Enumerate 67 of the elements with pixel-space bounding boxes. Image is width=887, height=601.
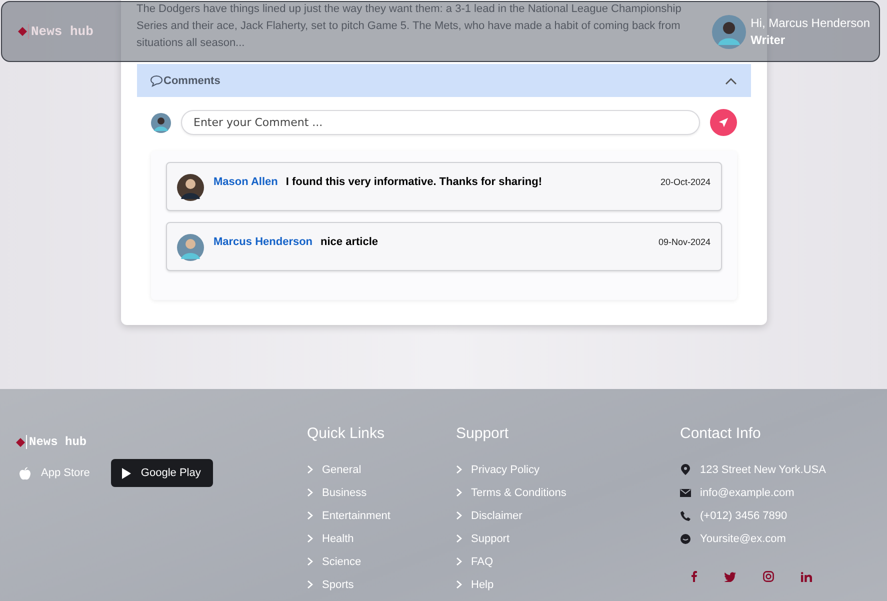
logo[interactable]: News hub xyxy=(26,435,87,449)
chevron-right-icon xyxy=(307,557,313,566)
chevron-right-icon xyxy=(456,534,462,543)
play-icon xyxy=(120,468,131,478)
chevron-right-icon xyxy=(307,465,313,474)
send-button[interactable] xyxy=(710,109,736,136)
comment-date: 20-Oct-2024 xyxy=(660,177,710,187)
footer-link[interactable]: Help xyxy=(456,573,680,596)
footer-link[interactable]: Science xyxy=(307,550,456,573)
send-icon xyxy=(718,117,728,128)
comments-title: Comments xyxy=(164,74,222,86)
chevron-right-icon xyxy=(456,488,462,497)
diamond-icon xyxy=(16,438,25,446)
contact-text: 123 Street New York.USA xyxy=(700,464,826,476)
footer-link[interactable]: Health xyxy=(307,527,456,550)
chevron-right-icon xyxy=(456,511,462,520)
footer-heading: Quick Links xyxy=(307,425,386,442)
article-text: The Dodgers have things lined up just the way they want them: a 3-1 lead in the National League Championship xyxy=(136,2,682,17)
comment-text: I found this very informative. Thanks for sharing! xyxy=(286,176,543,188)
footer-link[interactable]: Business xyxy=(307,481,456,504)
twitter-icon[interactable] xyxy=(724,572,736,582)
comment-date: 09-Nov-2024 xyxy=(658,237,710,247)
comment-author[interactable]: Marcus Henderson xyxy=(214,236,313,248)
avatar-icon xyxy=(150,112,170,132)
phone-icon xyxy=(680,510,691,520)
chevron-right-icon xyxy=(456,580,462,589)
chevron-up-icon[interactable] xyxy=(724,76,736,84)
article-text: situations all season... xyxy=(136,36,245,51)
footer-link[interactable]: FAQ xyxy=(456,550,680,573)
chevron-right-icon xyxy=(456,557,462,566)
contact-text: info@example.com xyxy=(700,486,794,498)
footer-heading: Support xyxy=(456,425,510,442)
contact-text: (+012) 3456 7890 xyxy=(700,510,788,522)
chevron-right-icon xyxy=(307,511,313,520)
avatar-icon xyxy=(176,234,204,261)
comment-input[interactable]: Enter your Comment ... xyxy=(180,110,700,135)
footer-link[interactable]: Sports xyxy=(307,573,456,596)
footer-link[interactable]: Support xyxy=(456,527,680,550)
comment-author[interactable]: Mason Allen xyxy=(214,176,278,188)
article-text: Series and their ace, Jack Flaherty, set to pitch Game 5. The Mets, who have made a habit of coming back from xyxy=(136,19,680,34)
envelope-icon xyxy=(680,488,691,496)
facebook-icon[interactable] xyxy=(691,571,697,582)
location-pin-icon xyxy=(680,464,691,475)
contact-text: Yoursite@ex.com xyxy=(700,532,786,544)
comments-header[interactable]: Comments xyxy=(136,64,750,97)
user-greeting: Hi, Marcus Henderson xyxy=(750,16,870,30)
comment-text: nice article xyxy=(320,236,380,248)
chevron-right-icon xyxy=(456,465,462,474)
footer-link[interactable]: Privacy Policy xyxy=(456,458,680,481)
avatar-icon xyxy=(176,174,204,201)
user-role: Writer xyxy=(750,33,786,47)
chevron-right-icon xyxy=(307,488,313,497)
apple-icon xyxy=(19,466,31,480)
chevron-right-icon xyxy=(307,534,313,543)
instagram-icon[interactable] xyxy=(763,571,774,582)
footer-link[interactable]: Terms & Conditions xyxy=(456,481,680,504)
diamond-icon xyxy=(18,27,27,36)
comment-icon xyxy=(150,74,162,86)
footer-link[interactable]: General xyxy=(307,458,456,481)
chevron-right-icon xyxy=(307,580,313,589)
google-play-button[interactable]: Google Play xyxy=(110,459,213,487)
footer-link[interactable]: Disclaimer xyxy=(456,504,680,527)
app-store-button[interactable]: App Store xyxy=(16,466,93,480)
logo[interactable]: News hub xyxy=(28,24,94,39)
footer-heading: Contact Info xyxy=(680,425,762,442)
footer-link[interactable]: Entertainment xyxy=(307,504,456,527)
linkedin-icon[interactable] xyxy=(801,572,812,582)
